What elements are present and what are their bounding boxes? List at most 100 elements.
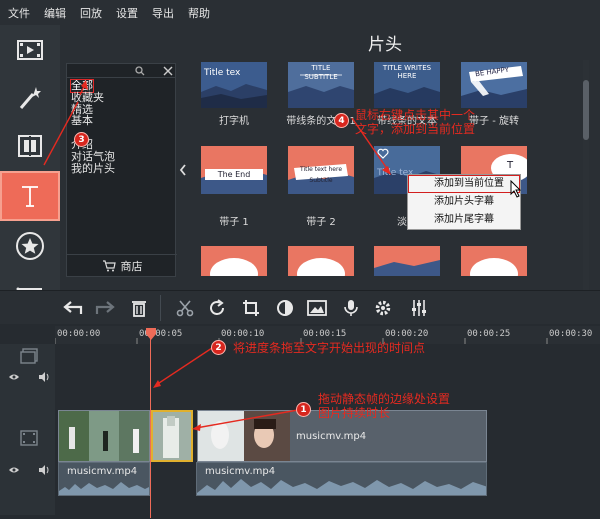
trash-icon [132, 301, 146, 317]
playhead[interactable] [146, 328, 156, 518]
delete-button[interactable] [124, 291, 154, 325]
annotation-step-4: 鼠标右键点击其中一个 文字，添加到当前位置 [355, 108, 476, 136]
edit-toolbar [0, 290, 600, 324]
title-tile-lined-text-1[interactable]: TITLE SUBTITLE [288, 62, 354, 108]
speaker-icon[interactable] [38, 465, 50, 475]
undo-button[interactable] [58, 291, 88, 325]
menu-file[interactable]: 文件 [8, 5, 30, 21]
collapse-panel-button[interactable] [176, 63, 190, 277]
menu-edit[interactable]: 编辑 [44, 5, 66, 21]
equalizer-button[interactable] [404, 291, 434, 325]
scissors-icon [176, 300, 194, 317]
tile-label: 带子 1 [219, 217, 249, 228]
annotation-step-2: 将进度条拖至文字开始出现的时间点 [233, 341, 426, 355]
gear-icon [375, 300, 391, 316]
category-speech-bubbles[interactable]: 对话气泡 [71, 150, 171, 163]
title-tile-row3-2[interactable] [288, 246, 354, 276]
scrollbar-thumb[interactable] [583, 80, 589, 140]
titles-button[interactable] [0, 171, 60, 221]
menu-settings[interactable]: 设置 [116, 5, 138, 21]
tile-label: 带线条的文本 1 [286, 116, 356, 127]
title-tile-lined-text-2[interactable]: TITLE WRITES HERE [374, 62, 440, 108]
audio-clip-1[interactable]: musicmv.mp4 [58, 462, 150, 496]
import-button[interactable] [0, 25, 60, 75]
step-badge-4: 4 [334, 113, 349, 128]
menu-playback[interactable]: 回放 [80, 5, 102, 21]
crop-button[interactable] [236, 291, 266, 325]
annotation-step-1: 拖动静态帧的边缘处设置 图片持续时长 [318, 392, 451, 420]
speaker-icon[interactable] [38, 372, 50, 382]
pan-zoom-button[interactable] [302, 291, 332, 325]
shop-button[interactable]: 商店 [67, 254, 177, 276]
category-my-titles[interactable]: 我的片头 [71, 162, 171, 175]
menubar: 文件 编辑 回放 设置 导出 帮助 [0, 0, 600, 25]
thumb-text: T [507, 160, 514, 171]
tick-label: 00:00:00 [57, 329, 101, 339]
chevron-left-icon [179, 164, 186, 176]
undo-icon [63, 301, 83, 314]
contrast-icon [277, 300, 293, 316]
shop-label: 商店 [120, 259, 143, 273]
stickers-button[interactable] [0, 221, 60, 271]
title-tile-row3-1[interactable] [201, 246, 267, 276]
star-badge-icon [16, 232, 44, 260]
context-menu: 添加到当前位置 添加片头字幕 添加片尾字幕 [407, 174, 521, 230]
thumb-text: Title text here Subtitle [299, 166, 343, 184]
transitions-button[interactable] [0, 121, 60, 171]
menu-help[interactable]: 帮助 [188, 5, 210, 21]
category-list: 全部 收藏夹 精选 基本 介绍 对话气泡 我的片头 [67, 78, 175, 176]
tile-label: 打字机 [219, 116, 249, 127]
eye-icon[interactable] [8, 373, 20, 381]
category-basic[interactable]: 基本 [71, 115, 171, 127]
mouse-cursor-icon [510, 180, 522, 198]
title-track-header [0, 344, 55, 410]
cart-icon [102, 259, 116, 271]
rotate-icon [210, 299, 224, 315]
title-tile-ribbon-1[interactable]: The End [201, 146, 267, 194]
category-panel: 全部 收藏夹 精选 基本 介绍 对话气泡 我的片头 商店 [66, 63, 177, 277]
category-favorites[interactable]: 收藏夹 [71, 91, 171, 104]
video-track-icon [20, 430, 38, 446]
search-icon [135, 66, 145, 76]
title-track-icon [20, 348, 38, 364]
tile-label: 带子 2 [306, 217, 336, 228]
gallery-scrollbar[interactable] [583, 60, 589, 290]
color-adjust-button[interactable] [270, 291, 300, 325]
clip-properties-button[interactable] [368, 291, 398, 325]
redo-icon [95, 301, 115, 314]
close-icon[interactable] [163, 66, 173, 76]
audio-clip-2[interactable]: musicmv.mp4 [196, 462, 487, 496]
film-strip-icon [18, 135, 42, 157]
title-tile-ribbon-rotate[interactable]: BE HAPPY [461, 62, 527, 108]
menu-export[interactable]: 导出 [152, 5, 174, 21]
ctx-add-closing-title[interactable]: 添加片尾字幕 [408, 211, 520, 229]
record-audio-button[interactable] [336, 291, 366, 325]
filters-button[interactable] [0, 73, 60, 123]
rotate-button[interactable] [202, 291, 232, 325]
clip-thumbnail [59, 411, 149, 461]
magic-wand-icon [19, 87, 41, 109]
film-icon [17, 40, 43, 60]
video-track-header [0, 410, 55, 515]
cut-button[interactable] [170, 291, 200, 325]
title-tile-row3-3[interactable] [374, 246, 440, 276]
thumb-text: TITLE SUBTITLE [304, 64, 338, 81]
still-frame-clip[interactable] [151, 410, 193, 462]
thumb-text: The End [217, 170, 251, 179]
clip-thumbnail [153, 412, 191, 460]
category-search[interactable] [67, 64, 175, 78]
tick-label: 00:00:30 [549, 329, 593, 339]
favorite-heart-icon[interactable] [377, 148, 389, 159]
ctx-add-at-position[interactable]: 添加到当前位置 [408, 175, 520, 193]
title-tile-typewriter[interactable]: Title tex [201, 62, 267, 108]
redo-button[interactable] [90, 291, 120, 325]
video-clip-1[interactable] [58, 410, 150, 462]
title-tile-ribbon-2[interactable]: Title text here Subtitle [288, 146, 354, 194]
eye-icon[interactable] [8, 466, 20, 474]
step-badge-2: 2 [211, 340, 226, 355]
crop-icon [243, 300, 259, 316]
tool-sidebar [0, 25, 60, 319]
toolbar-divider [160, 295, 161, 321]
ctx-add-opening-title[interactable]: 添加片头字幕 [408, 193, 520, 211]
title-tile-row3-4[interactable] [461, 246, 527, 276]
